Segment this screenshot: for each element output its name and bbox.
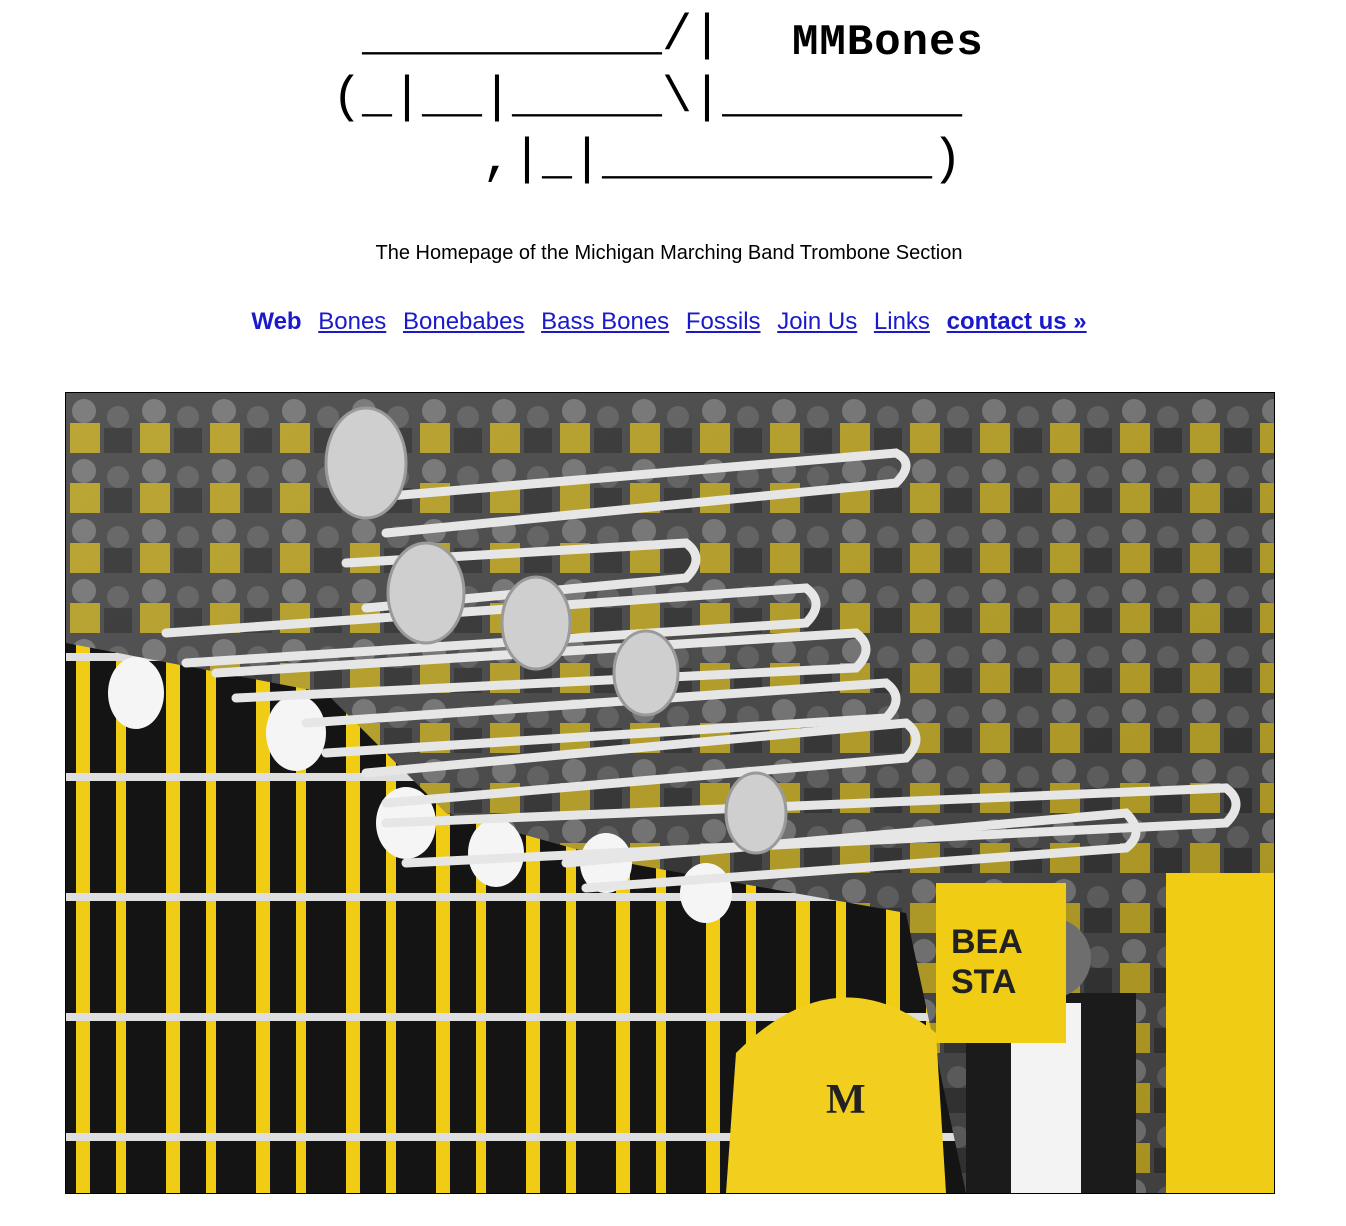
nav-item-join-us[interactable]: Join Us [777, 308, 857, 335]
svg-text:STA: STA [951, 963, 1016, 1001]
main-nav: Web Bones Bonebabes Bass Bones Fossils J… [0, 308, 1338, 336]
nav-item-links[interactable]: Links [874, 308, 930, 335]
nav-item-fossils[interactable]: Fossils [686, 308, 761, 335]
ascii-line-3: ,|_|___________) [332, 132, 963, 189]
trombone-section-photo-icon: M BEA STA [66, 393, 1274, 1193]
svg-text:M: M [826, 1077, 866, 1123]
nav-item-bass-bones[interactable]: Bass Bones [541, 308, 669, 335]
ascii-trombone-logo: __________/| (_|__|_____\|________ ,|_|_… [0, 6, 1346, 196]
ascii-line-2: (_|__|_____\|________ [332, 70, 963, 127]
nav-item-bones[interactable]: Bones [318, 308, 386, 335]
nav-item-bonebabes[interactable]: Bonebabes [403, 308, 524, 335]
ascii-line-1: __________/| [332, 8, 813, 65]
nav-item-contact-us[interactable]: contact us » [947, 308, 1087, 335]
nav-item-web[interactable]: Web [251, 308, 301, 335]
svg-text:BEA: BEA [951, 923, 1023, 961]
hero-photo: M BEA STA [65, 392, 1275, 1194]
site-title: MMBones [792, 18, 984, 68]
page-tagline: The Homepage of the Michigan Marching Ba… [375, 242, 963, 264]
